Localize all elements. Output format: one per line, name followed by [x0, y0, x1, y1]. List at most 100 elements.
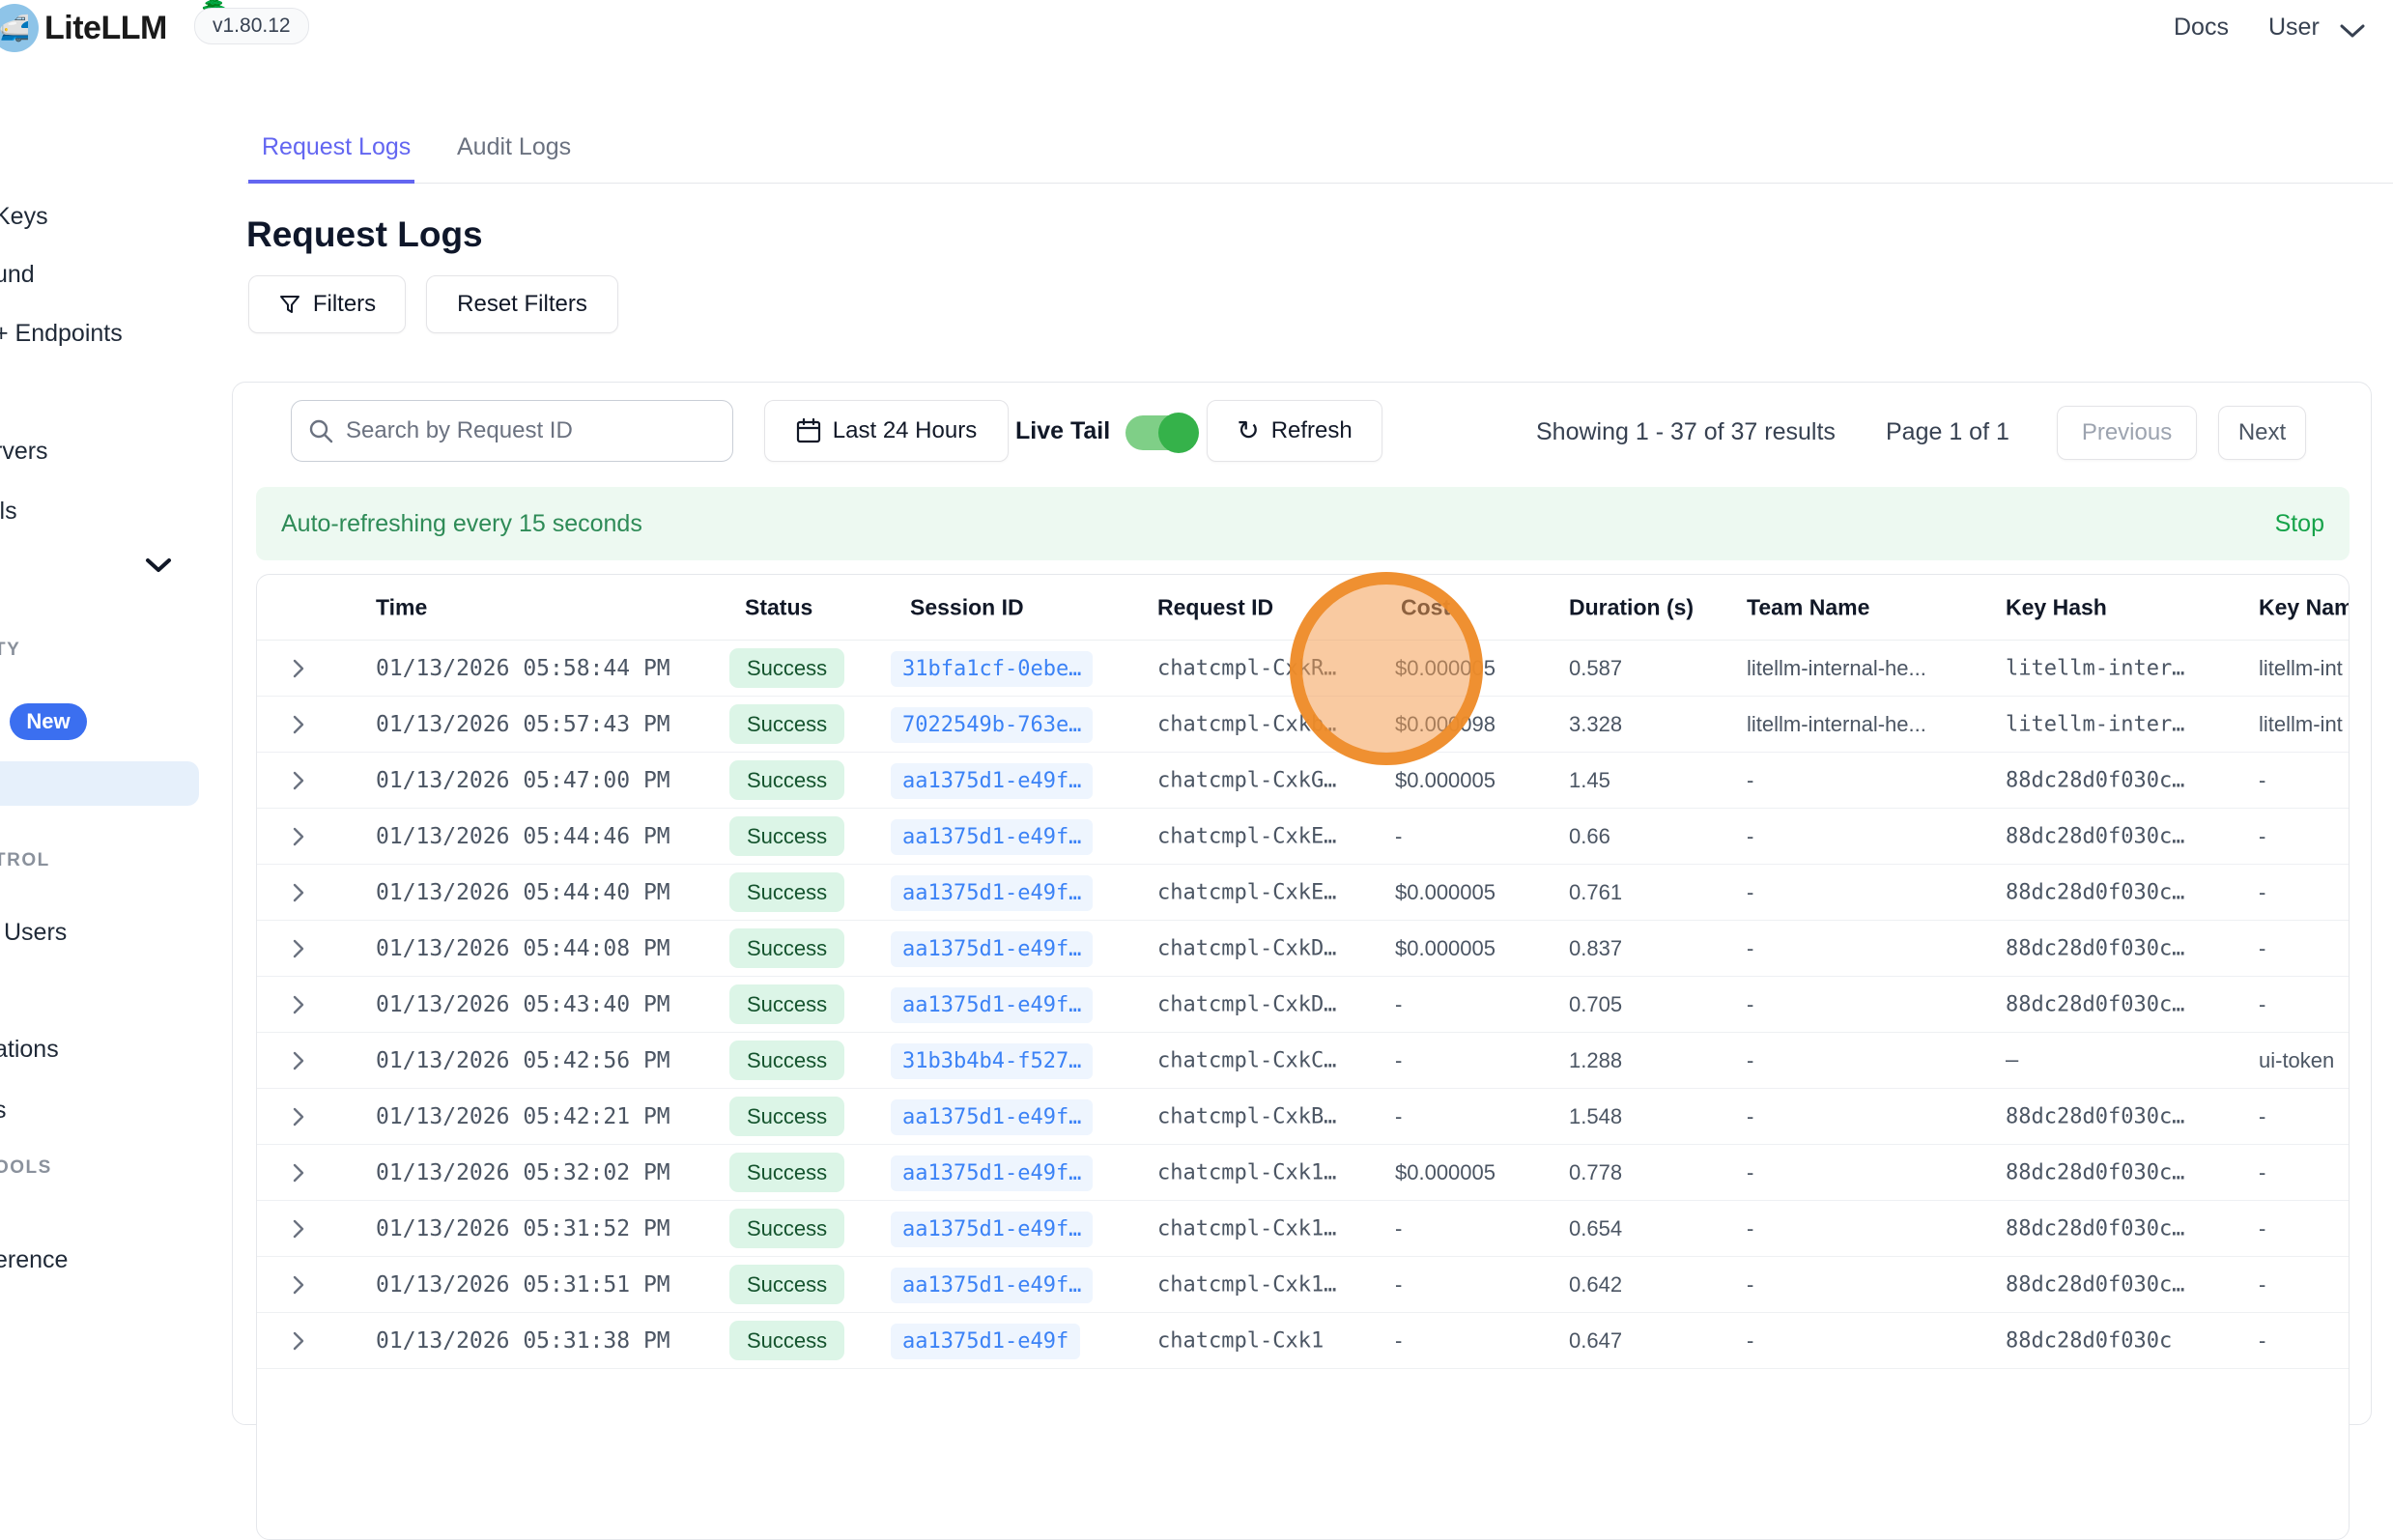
cell-key-hash: 88dc28d0f030c… [2006, 992, 2184, 1016]
cell-session-id[interactable]: 7022549b-763e… [891, 712, 1093, 737]
expand-row-chevron-icon[interactable] [292, 882, 305, 903]
cell-session-id[interactable]: aa1375d1-e49f… [891, 936, 1093, 961]
cell-session-id[interactable]: aa1375d1-e49f… [891, 1160, 1093, 1185]
table-row[interactable]: 01/13/2026 05:47:00 PMSuccessaa1375d1-e4… [257, 753, 2349, 809]
cell-session-id[interactable]: 31b3b4b4-f527… [891, 1048, 1093, 1073]
cell-session-id[interactable]: aa1375d1-e49f… [891, 1272, 1093, 1298]
chevron-down-icon[interactable] [2340, 23, 2365, 39]
request-logs-table: Time Status Session ID Request ID Cost D… [256, 574, 2350, 1540]
table-row[interactable]: 01/13/2026 05:43:40 PMSuccessaa1375d1-e4… [257, 977, 2349, 1033]
previous-page-button[interactable]: Previous [2057, 406, 2197, 460]
sidebar-collapse-chevron-down-icon[interactable] [145, 556, 172, 574]
cell-team-name: - [1747, 1328, 1753, 1354]
expand-row-chevron-icon[interactable] [292, 1274, 305, 1296]
stop-auto-refresh-link[interactable]: Stop [2275, 510, 2324, 538]
nav-docs-link[interactable]: Docs [2174, 14, 2229, 42]
sidebar-item-guardrails[interactable]: ils [0, 498, 17, 526]
reset-filters-button-label: Reset Filters [457, 291, 587, 318]
cell-session-id[interactable]: aa1375d1-e49f… [891, 880, 1093, 905]
reset-filters-button[interactable]: Reset Filters [426, 275, 618, 333]
table-row[interactable]: 01/13/2026 05:42:56 PMSuccess31b3b4b4-f5… [257, 1033, 2349, 1089]
expand-row-chevron-icon[interactable] [292, 1050, 305, 1071]
cell-team-name: - [1747, 768, 1753, 793]
col-header-request-id: Request ID [1157, 594, 1273, 620]
sidebar-item-servers[interactable]: rvers [0, 438, 48, 466]
sidebar-item-api-reference[interactable]: erence [0, 1246, 68, 1274]
table-row[interactable]: 01/13/2026 05:31:51 PMSuccessaa1375d1-e4… [257, 1257, 2349, 1313]
expand-row-chevron-icon[interactable] [292, 1218, 305, 1240]
toggle-knob [1158, 413, 1199, 453]
table-row[interactable]: 01/13/2026 05:31:52 PMSuccessaa1375d1-e4… [257, 1201, 2349, 1257]
live-tail-toggle[interactable] [1125, 415, 1195, 450]
cell-session-id[interactable]: aa1375d1-e49f… [891, 768, 1093, 793]
cell-cost: $0.000005 [1395, 656, 1496, 681]
next-page-button[interactable]: Next [2218, 406, 2306, 460]
cell-request-id: chatcmpl-CxkD… [1157, 992, 1336, 1016]
cell-session-id[interactable]: 31bfa1cf-0ebe… [891, 656, 1093, 681]
cell-session-id[interactable]: aa1375d1-e49f… [891, 992, 1093, 1017]
expand-row-chevron-icon[interactable] [292, 1106, 305, 1127]
cell-key-hash: litellm-inter… [2006, 656, 2184, 680]
table-row[interactable]: 01/13/2026 05:57:43 PMSuccess7022549b-76… [257, 697, 2349, 753]
cell-cost: $0.000005 [1395, 880, 1496, 905]
refresh-icon: ↻ [1237, 417, 1259, 444]
cell-cost: - [1395, 1104, 1402, 1129]
cell-duration: 1.288 [1569, 1048, 1622, 1073]
cell-time: 01/13/2026 05:42:21 PM [376, 1104, 670, 1129]
sidebar-item-organizations[interactable]: ations [0, 1036, 59, 1064]
cell-duration: 0.778 [1569, 1160, 1622, 1185]
time-range-button[interactable]: Last 24 Hours [764, 400, 1009, 462]
cell-time: 01/13/2026 05:42:56 PM [376, 1048, 670, 1073]
nav-user-menu[interactable]: User [2268, 14, 2320, 42]
cell-key-hash: 88dc28d0f030c… [2006, 880, 2184, 904]
filters-button[interactable]: Filters [248, 275, 406, 333]
expand-row-chevron-icon[interactable] [292, 658, 305, 679]
tab-audit-logs[interactable]: Audit Logs [457, 133, 573, 184]
cell-time: 01/13/2026 05:32:02 PM [376, 1160, 670, 1185]
cell-status: Success [729, 824, 844, 849]
cell-request-id: chatcmpl-CxkD… [1157, 936, 1336, 960]
cell-key-name: litellm-int [2259, 656, 2343, 681]
cell-session-id[interactable]: aa1375d1-e49f… [891, 824, 1093, 849]
refresh-button[interactable]: ↻ Refresh [1207, 400, 1382, 462]
search-box[interactable] [291, 400, 733, 462]
expand-row-chevron-icon[interactable] [292, 994, 305, 1015]
tab-request-logs[interactable]: Request Logs [248, 133, 414, 184]
cell-cost: $0.000098 [1395, 712, 1496, 737]
sidebar-item-keys[interactable]: Keys [0, 203, 48, 231]
expand-row-chevron-icon[interactable] [292, 938, 305, 959]
table-row[interactable]: 01/13/2026 05:44:08 PMSuccessaa1375d1-e4… [257, 921, 2349, 977]
table-row[interactable]: 01/13/2026 05:58:44 PMSuccess31bfa1cf-0e… [257, 641, 2349, 697]
expand-row-chevron-icon[interactable] [292, 1162, 305, 1184]
cell-cost: - [1395, 824, 1402, 849]
cell-time: 01/13/2026 05:43:40 PM [376, 992, 670, 1017]
cell-request-id: chatcmpl-CxkG… [1157, 768, 1336, 792]
table-row[interactable]: 01/13/2026 05:44:46 PMSuccessaa1375d1-e4… [257, 809, 2349, 865]
cell-team-name: - [1747, 992, 1753, 1017]
search-input[interactable] [346, 417, 717, 444]
cell-key-hash: 88dc28d0f030c… [2006, 1104, 2184, 1128]
table-row[interactable]: 01/13/2026 05:31:38 PMSuccessaa1375d1-e4… [257, 1313, 2349, 1369]
expand-row-chevron-icon[interactable] [292, 826, 305, 847]
sidebar-item-teams[interactable]: s [0, 1097, 7, 1125]
sidebar-item-models-endpoints[interactable]: + Endpoints [0, 320, 123, 348]
expand-row-chevron-icon[interactable] [292, 1330, 305, 1352]
cell-session-id[interactable]: aa1375d1-e49f [891, 1328, 1080, 1354]
table-row[interactable]: 01/13/2026 05:32:02 PMSuccessaa1375d1-e4… [257, 1145, 2349, 1201]
expand-row-chevron-icon[interactable] [292, 770, 305, 791]
sidebar-item-users[interactable]: Users [4, 919, 67, 947]
cell-status: Success [729, 768, 844, 793]
table-row[interactable]: 01/13/2026 05:44:40 PMSuccessaa1375d1-e4… [257, 865, 2349, 921]
cell-request-id: chatcmpl-CxkC… [1157, 1048, 1336, 1072]
sidebar-item-playground[interactable]: und [0, 261, 35, 289]
cell-session-id[interactable]: aa1375d1-e49f… [891, 1104, 1093, 1129]
cell-request-id: chatcmpl-Cxk1… [1157, 1160, 1336, 1184]
sidebar-item-logs-active[interactable] [0, 761, 199, 806]
cell-session-id[interactable]: aa1375d1-e49f… [891, 1216, 1093, 1241]
tab-bar: Request Logs Audit Logs [246, 133, 2393, 184]
table-row[interactable]: 01/13/2026 05:42:21 PMSuccessaa1375d1-e4… [257, 1089, 2349, 1145]
col-header-cost: Cost [1401, 594, 1450, 620]
cell-duration: 0.647 [1569, 1328, 1622, 1354]
expand-row-chevron-icon[interactable] [292, 714, 305, 735]
cell-cost: $0.000005 [1395, 768, 1496, 793]
